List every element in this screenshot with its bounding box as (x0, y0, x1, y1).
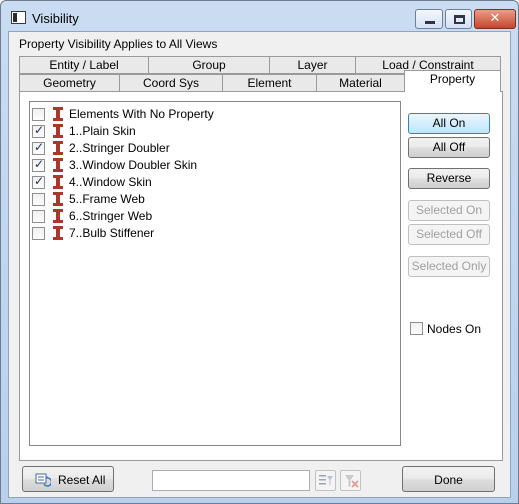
list-item[interactable]: 2..Stringer Doubler (32, 140, 392, 157)
list-item-label: 1..Plain Skin (69, 124, 136, 138)
list-item-checkbox[interactable] (32, 174, 45, 189)
window-title: Visibility (32, 11, 79, 26)
i-beam-icon (53, 107, 63, 121)
i-beam-icon (53, 209, 63, 223)
tab-group[interactable]: Group (148, 56, 270, 74)
i-beam-icon (53, 226, 63, 240)
list-item-label: 7..Bulb Stiffener (69, 226, 155, 240)
list-item-checkbox[interactable] (32, 108, 45, 121)
close-button[interactable]: ✕ (474, 9, 516, 29)
window-app-icon (11, 11, 26, 24)
list-item-checkbox[interactable] (32, 123, 45, 138)
visibility-dialog: Visibility ✕ Property Visibility Applies… (0, 0, 519, 504)
i-beam-icon (53, 175, 63, 189)
title-bar[interactable]: Visibility ✕ (1, 1, 518, 31)
nodes-on-checkbox[interactable]: Nodes On (410, 321, 500, 337)
property-tab-panel: Elements With No Property 1..Plain Skin 2.… (19, 91, 503, 461)
list-item-label: 3..Window Doubler Skin (69, 158, 198, 172)
all-on-button[interactable]: All On (408, 113, 490, 134)
tab-entity-label[interactable]: Entity / Label (19, 56, 149, 74)
done-label: Done (434, 473, 463, 487)
tab-element[interactable]: Element (222, 74, 317, 92)
reverse-button[interactable]: Reverse (408, 168, 490, 189)
list-item-label: 5..Frame Web (69, 192, 145, 206)
reset-icon (35, 473, 51, 487)
list-item[interactable]: 7..Bulb Stiffener (32, 225, 392, 242)
list-item-label: 4..Window Skin (69, 175, 152, 189)
list-item[interactable]: 3..Window Doubler Skin (32, 157, 392, 174)
list-item-checkbox[interactable] (32, 227, 45, 240)
filter-input[interactable] (152, 470, 310, 491)
list-item-label: 2..Stringer Doubler (69, 141, 170, 155)
list-item-label: 6..Stringer Web (69, 209, 153, 223)
i-beam-icon (53, 158, 63, 172)
list-item[interactable]: 1..Plain Skin (32, 123, 392, 140)
filter-apply-button[interactable] (315, 470, 336, 491)
list-item[interactable]: 5..Frame Web (32, 191, 392, 208)
dialog-body: Property Visibility Applies to All Views… (8, 31, 511, 498)
list-item[interactable]: 6..Stringer Web (32, 208, 392, 225)
nodes-on-label: Nodes On (427, 322, 482, 336)
list-item-checkbox[interactable] (32, 193, 45, 206)
list-item-checkbox[interactable] (32, 157, 45, 172)
dialog-subtitle: Property Visibility Applies to All Views (19, 37, 218, 51)
tab-geometry[interactable]: Geometry (19, 74, 120, 92)
tab-material[interactable]: Material (316, 74, 405, 92)
tab-property[interactable]: Property (404, 70, 501, 92)
done-button[interactable]: Done (402, 466, 495, 492)
selected-off-button[interactable]: Selected Off (408, 224, 490, 245)
maximize-button[interactable] (445, 9, 472, 29)
i-beam-icon (53, 141, 63, 155)
filter-list-icon (319, 475, 333, 486)
list-item-checkbox[interactable] (32, 140, 45, 155)
list-item-label: Elements With No Property (69, 107, 214, 121)
close-icon: ✕ (489, 11, 501, 26)
i-beam-icon (53, 124, 63, 138)
minimize-icon (425, 21, 435, 24)
maximize-icon (454, 15, 465, 24)
nodes-on-checkbox-box[interactable] (410, 322, 423, 335)
list-item-checkbox[interactable] (32, 210, 45, 223)
list-item[interactable]: Elements With No Property (32, 106, 392, 123)
property-list[interactable]: Elements With No Property 1..Plain Skin 2.… (29, 101, 401, 446)
reset-all-label: Reset All (58, 473, 106, 487)
tab-coord-sys[interactable]: Coord Sys (119, 74, 223, 92)
i-beam-icon (53, 192, 63, 206)
reset-all-button[interactable]: Reset All (22, 466, 114, 492)
filter-clear-button[interactable] (340, 470, 361, 491)
selected-on-button[interactable]: Selected On (408, 200, 490, 221)
filter-clear-icon (345, 475, 359, 488)
list-item[interactable]: 4..Window Skin (32, 174, 392, 191)
selected-only-button[interactable]: Selected Only (408, 256, 490, 277)
tab-layer[interactable]: Layer (269, 56, 356, 74)
all-off-button[interactable]: All Off (408, 137, 490, 158)
minimize-button[interactable] (415, 9, 443, 29)
